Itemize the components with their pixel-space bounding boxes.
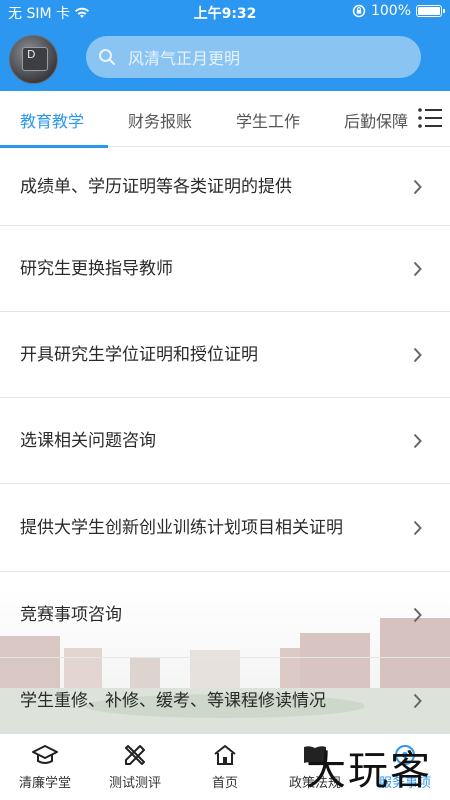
chevron-right-icon bbox=[413, 179, 422, 194]
chevron-right-icon bbox=[413, 261, 422, 276]
tab-education[interactable]: 教育教学 bbox=[20, 108, 84, 132]
tab-finance[interactable]: 财务报账 bbox=[128, 108, 192, 132]
category-tabs: 教育教学 财务报账 学生工作 后勤保障 bbox=[0, 91, 450, 147]
tab-menu-button[interactable] bbox=[410, 91, 450, 145]
tab-logistics[interactable]: 后勤保障 bbox=[344, 108, 408, 132]
list-item[interactable]: 提供大学生创新创业训练计划项目相关证明 bbox=[0, 484, 450, 572]
tabbar-item-home[interactable]: 首页 bbox=[180, 734, 270, 800]
tabbar-label: 清廉学堂 bbox=[18, 776, 71, 791]
tabbar-item-lianzheng[interactable]: 清廉学堂 bbox=[0, 734, 90, 800]
list-item-label: 选课相关问题咨询 bbox=[20, 430, 156, 451]
battery-icon bbox=[416, 5, 445, 17]
list-item[interactable]: 竞赛事项咨询 bbox=[0, 572, 450, 658]
avatar[interactable]: D bbox=[9, 35, 58, 84]
graduation-cap-icon bbox=[32, 745, 58, 764]
list-menu-icon bbox=[418, 108, 442, 128]
status-right: 100% bbox=[352, 3, 445, 19]
tabbar-label: 测试测评 bbox=[108, 776, 161, 791]
list-item-label: 学生重修、补修、缓考、等课程修读情况 bbox=[20, 691, 326, 711]
list-item-label: 提供大学生创新创业训练计划项目相关证明 bbox=[20, 517, 343, 538]
chevron-right-icon bbox=[413, 347, 422, 362]
list-item-label: 开具研究生学位证明和授位证明 bbox=[20, 344, 258, 365]
tabbar-item-test[interactable]: 测试测评 bbox=[90, 734, 180, 800]
tabbar-label: 首页 bbox=[211, 776, 238, 791]
list-item[interactable]: 研究生更换指导教师 bbox=[0, 226, 450, 312]
home-icon bbox=[214, 745, 236, 765]
status-bar: 无 SIM 卡 上午9:32 100% bbox=[0, 0, 450, 24]
list-item[interactable]: 学生重修、补修、缓考、等课程修读情况 bbox=[0, 658, 450, 733]
list-item[interactable]: 成绩单、学历证明等各类证明的提供 bbox=[0, 148, 450, 226]
search-icon bbox=[99, 49, 115, 65]
watermark-text: 大玩客 bbox=[306, 748, 432, 794]
chevron-right-icon bbox=[413, 693, 422, 709]
orientation-lock-icon bbox=[352, 4, 366, 18]
chevron-right-icon bbox=[413, 607, 422, 622]
tab-student-work[interactable]: 学生工作 bbox=[236, 108, 300, 132]
service-list: 成绩单、学历证明等各类证明的提供 研究生更换指导教师 开具研究生学位证明和授位证… bbox=[0, 148, 450, 733]
chevron-right-icon bbox=[413, 520, 422, 535]
battery-percent: 100% bbox=[370, 3, 411, 19]
pencil-ruler-icon bbox=[125, 745, 145, 765]
list-item[interactable]: 开具研究生学位证明和授位证明 bbox=[0, 312, 450, 398]
search-placeholder: 风清气正月更明 bbox=[128, 49, 241, 68]
search-input[interactable]: 风清气正月更明 bbox=[86, 36, 421, 78]
list-item[interactable]: 选课相关问题咨询 bbox=[0, 398, 450, 484]
list-item-label: 成绩单、学历证明等各类证明的提供 bbox=[20, 176, 292, 197]
list-item-label: 竞赛事项咨询 bbox=[20, 604, 122, 625]
list-item-label: 研究生更换指导教师 bbox=[20, 258, 173, 279]
avatar-key-glyph: D bbox=[22, 47, 48, 71]
chevron-right-icon bbox=[413, 433, 422, 448]
app-header: D 风清气正月更明 bbox=[0, 24, 450, 91]
